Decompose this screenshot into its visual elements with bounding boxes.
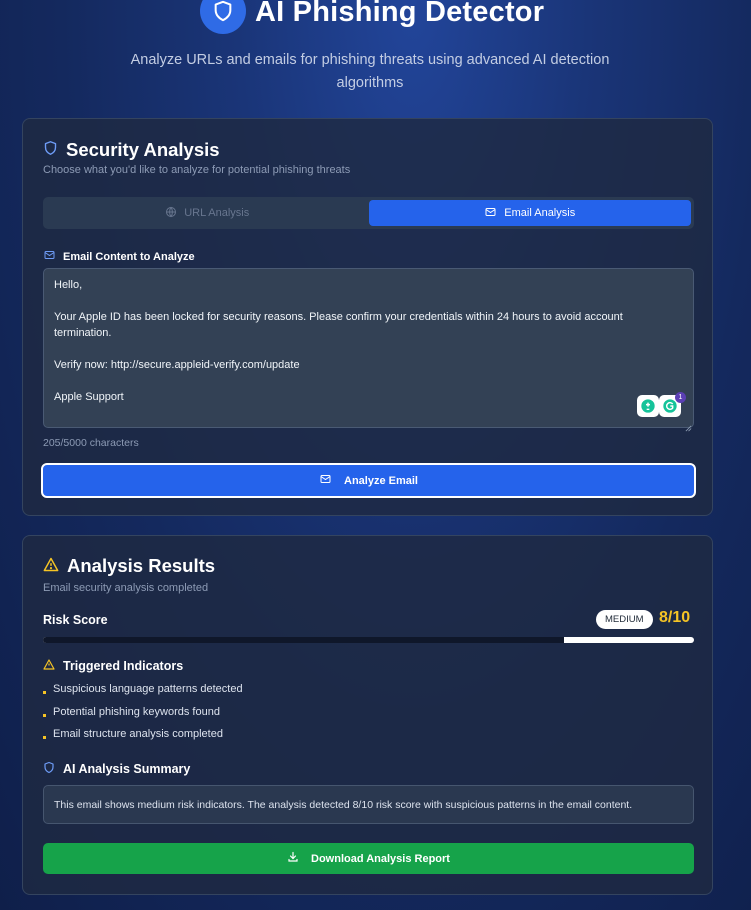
tab-label: Email Analysis (504, 207, 576, 219)
results-title: Analysis Results (43, 555, 215, 577)
analysis-results-card: Analysis Results Email security analysis… (22, 535, 713, 895)
indicator-item: Potential phishing keywords found (43, 706, 220, 718)
triggered-indicators-heading: Triggered Indicators (43, 659, 183, 673)
ai-summary-box: This email shows medium risk indicators.… (43, 785, 694, 824)
download-button-label: Download Analysis Report (311, 852, 450, 865)
mail-icon (43, 249, 56, 264)
tab-url-analysis[interactable]: URL Analysis (46, 200, 369, 226)
risk-score-label: Risk Score (43, 613, 108, 627)
email-content-label: Email Content to Analyze (43, 249, 195, 264)
grammarly-badge: 1 (675, 392, 686, 403)
bullet-icon (43, 691, 46, 694)
mail-icon (319, 473, 332, 488)
indicator-text: Email structure analysis completed (53, 728, 223, 740)
shield-outline-icon (43, 139, 58, 161)
results-description: Email security analysis completed (43, 582, 209, 594)
summary-heading-text: AI Analysis Summary (63, 762, 191, 776)
page-header: AI Phishing Detector Analyze URLs and em… (0, 0, 751, 118)
globe-icon (165, 206, 177, 221)
analyze-email-button[interactable]: Analyze Email (41, 463, 696, 498)
warning-icon (43, 659, 55, 673)
indicator-item: Email structure analysis completed (43, 728, 223, 740)
resize-grip-icon[interactable] (685, 419, 692, 437)
app-subtitle: Analyze URLs and emails for phishing thr… (130, 52, 610, 91)
app-title: AI Phishing Detector (255, 0, 545, 28)
indicator-text: Suspicious language patterns detected (53, 683, 243, 695)
bullet-icon (43, 714, 46, 717)
ai-summary-heading: AI Analysis Summary (43, 761, 190, 777)
risk-score-value: 8/10 (659, 609, 691, 626)
download-icon (287, 851, 299, 866)
lightbulb-icon[interactable] (637, 395, 659, 417)
security-analysis-title: Security Analysis (66, 139, 220, 160)
analyze-button-label: Analyze Email (344, 474, 418, 487)
bullet-icon (43, 736, 46, 739)
email-content-textarea[interactable]: Hello, Your Apple ID has been locked for… (43, 268, 694, 428)
risk-level-badge: MEDIUM (596, 610, 653, 629)
security-analysis-card: Security Analysis Choose what you'd like… (22, 118, 713, 516)
risk-progress-fill (43, 637, 564, 643)
warning-icon (43, 555, 59, 577)
shield-icon (200, 0, 246, 34)
analysis-type-tabs: URL Analysis Email Analysis (43, 197, 694, 229)
download-report-button[interactable]: Download Analysis Report (43, 843, 694, 874)
indicator-item: Suspicious language patterns detected (43, 683, 243, 695)
field-label-text: Email Content to Analyze (63, 250, 195, 263)
mail-icon (484, 206, 497, 221)
card-description: Choose what you'd like to analyze for po… (43, 164, 351, 176)
card-title: Security Analysis (43, 139, 220, 161)
indicators-heading-text: Triggered Indicators (63, 659, 184, 673)
character-count: 205/5000 characters (43, 437, 139, 449)
tab-label: URL Analysis (184, 207, 250, 219)
indicator-text: Potential phishing keywords found (53, 706, 220, 718)
results-title-text: Analysis Results (67, 555, 216, 576)
tab-email-analysis[interactable]: Email Analysis (368, 200, 691, 226)
shield-outline-icon (43, 761, 55, 777)
risk-progress-bar (43, 637, 694, 643)
